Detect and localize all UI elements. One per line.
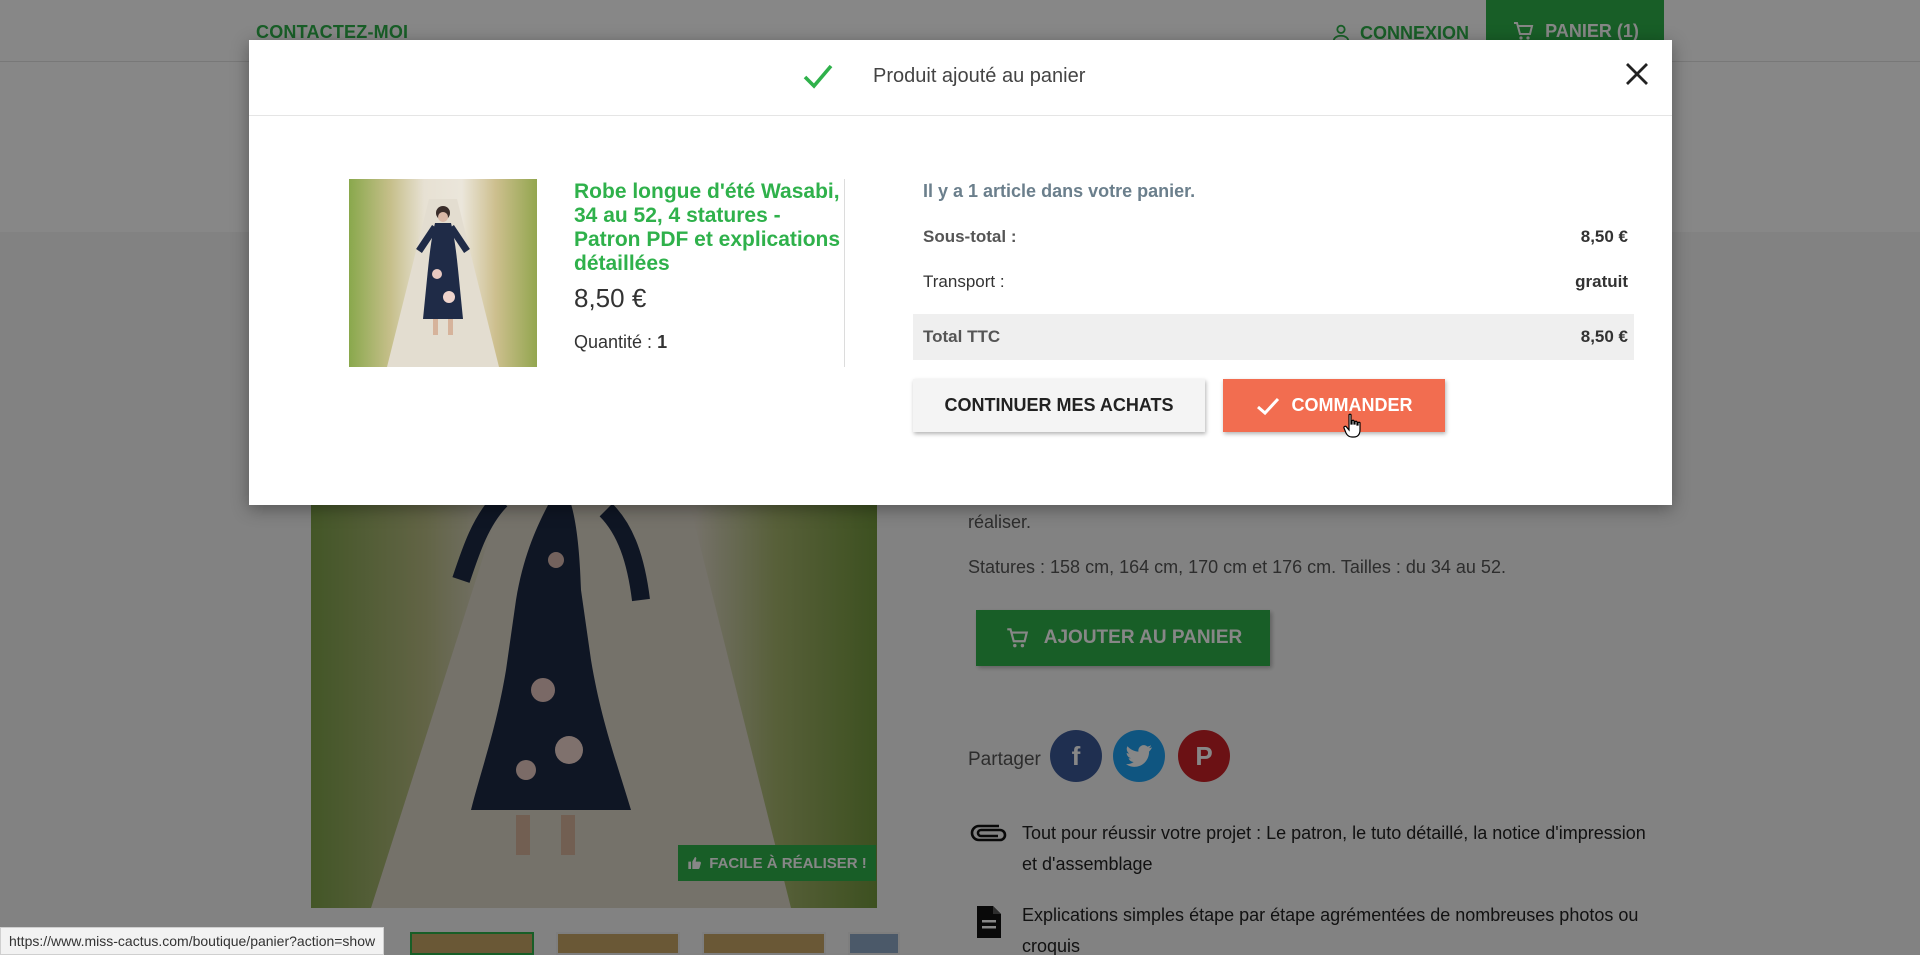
total-row: Total TTC 8,50 € bbox=[923, 327, 1628, 347]
subtotal-value: 8,50 € bbox=[1580, 227, 1628, 246]
quantity-value: 1 bbox=[657, 332, 668, 352]
close-icon[interactable] bbox=[1620, 57, 1654, 91]
divider bbox=[844, 179, 845, 367]
shipping-row: Transport : gratuit bbox=[923, 272, 1628, 292]
cart-count-text: Il y a 1 article dans votre panier. bbox=[923, 181, 1196, 201]
shipping-value: gratuit bbox=[1575, 272, 1628, 291]
product-name[interactable]: Robe longue d'été Wasabi, 34 au 52, 4 st… bbox=[574, 180, 842, 276]
status-bar-url: https://www.miss-cactus.com/boutique/pan… bbox=[0, 927, 385, 955]
product-thumbnail bbox=[349, 179, 537, 367]
check-icon bbox=[803, 64, 833, 89]
checkout-button[interactable]: COMMANDER bbox=[1223, 379, 1445, 432]
hand-cursor-icon bbox=[1343, 413, 1361, 438]
total-value: 8,50 € bbox=[1580, 327, 1628, 346]
modal-title: Produit ajouté au panier bbox=[873, 65, 1086, 87]
quantity-label: Quantité : bbox=[574, 332, 653, 352]
added-to-cart-modal: Produit ajouté au panier Robe longue d'é… bbox=[249, 40, 1672, 505]
shipping-label: Transport : bbox=[923, 272, 1005, 291]
dress-photo-illustration bbox=[387, 199, 499, 367]
modal-header: Produit ajouté au panier bbox=[249, 40, 1672, 116]
subtotal-row: Sous-total : 8,50 € bbox=[923, 227, 1628, 247]
product-quantity: Quantité : 1 bbox=[574, 332, 667, 353]
continue-shopping-button[interactable]: CONTINUER MES ACHATS bbox=[913, 379, 1205, 432]
subtotal-label: Sous-total : bbox=[923, 227, 1017, 246]
check-icon bbox=[1256, 397, 1279, 415]
total-label: Total TTC bbox=[923, 327, 1001, 346]
product-price: 8,50 € bbox=[574, 283, 647, 313]
